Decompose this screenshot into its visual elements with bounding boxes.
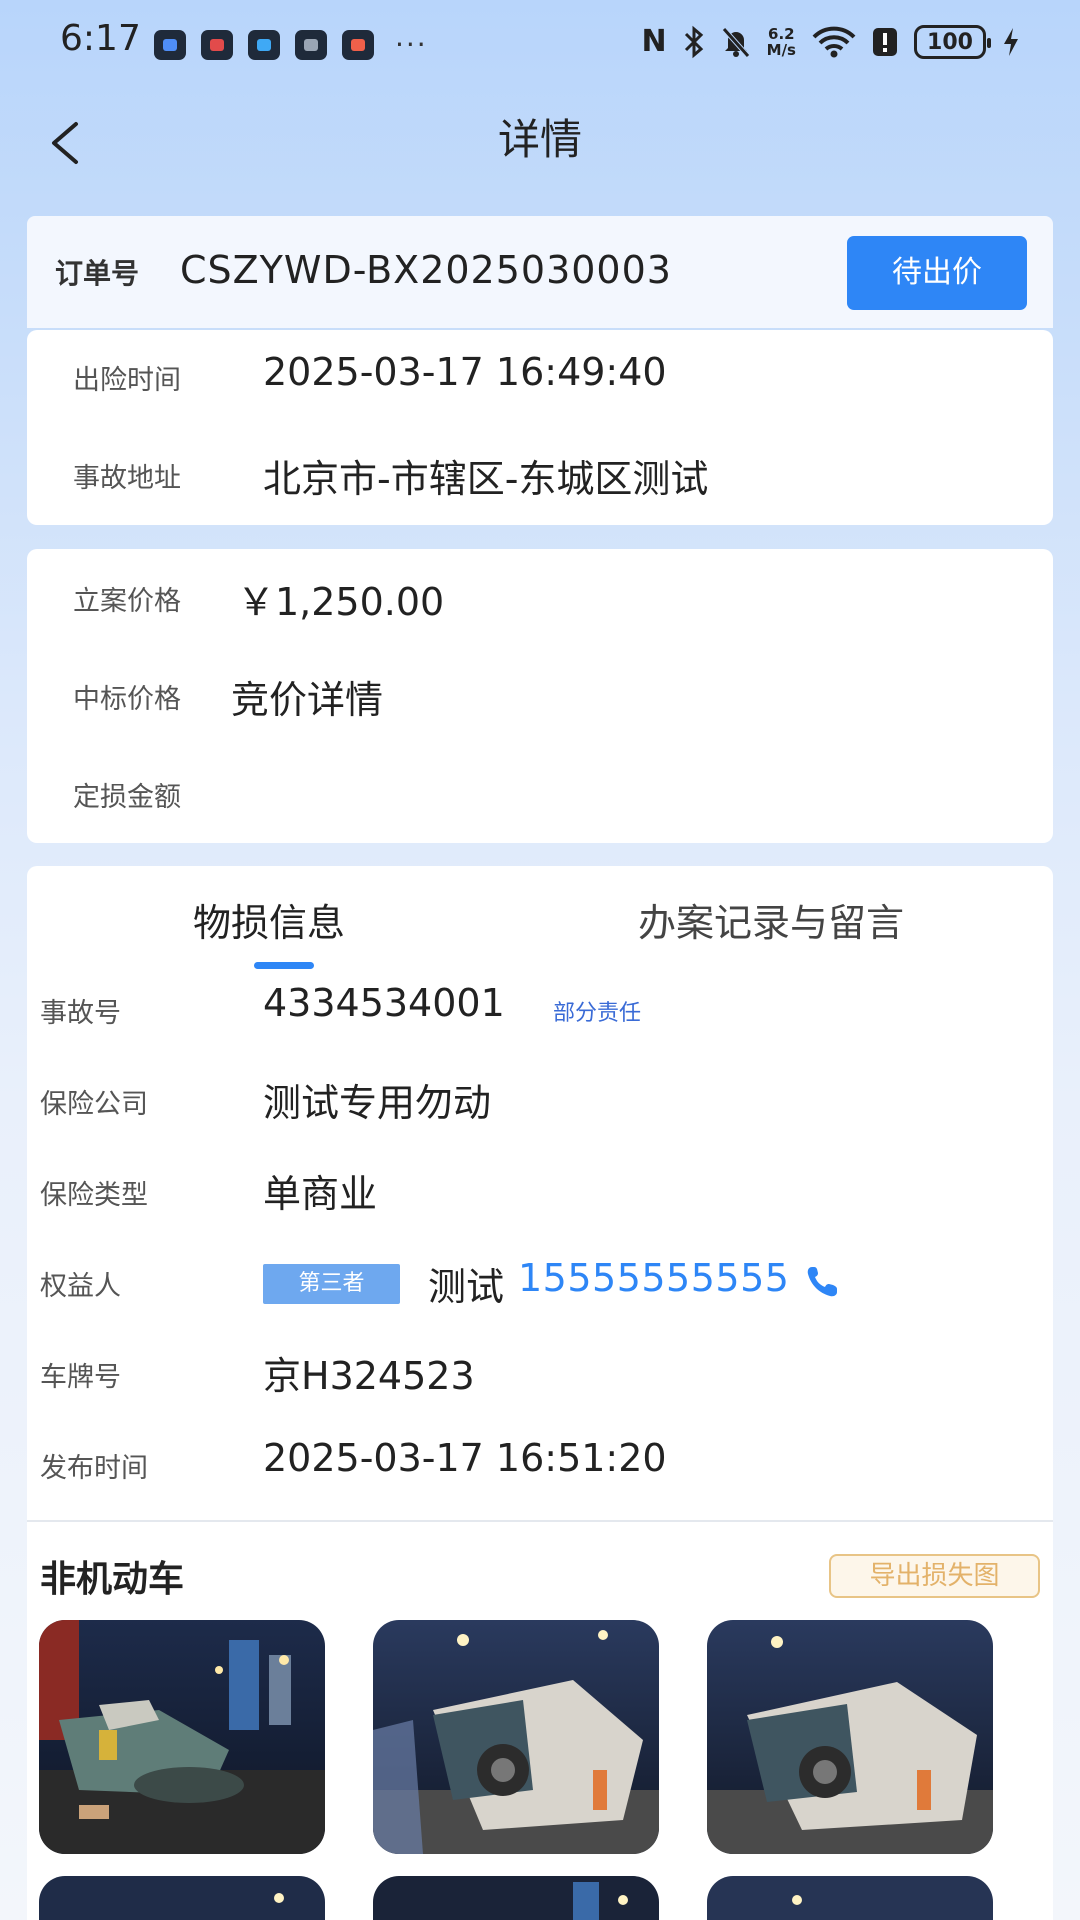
accident-photo-image <box>39 1876 325 1920</box>
publish-time-label: 发布时间 <box>40 1453 148 1484</box>
notification-app-icon <box>295 29 327 60</box>
phone-icon[interactable] <box>804 1264 840 1300</box>
section-divider <box>27 1520 1053 1522</box>
accident-photo[interactable] <box>707 1620 993 1854</box>
bid-details-link[interactable]: 竞价详情 <box>231 669 383 724</box>
insurance-type-value: 单商业 <box>263 1172 378 1216</box>
accident-address-label: 事故地址 <box>73 463 181 494</box>
mute-bell-icon <box>721 27 750 58</box>
accident-photo-image <box>373 1876 659 1920</box>
notification-app-icon <box>201 29 233 60</box>
active-tab-indicator <box>254 962 314 969</box>
charging-icon <box>1004 28 1018 56</box>
beneficiary-phone-link[interactable]: 15555555555 <box>518 1256 789 1300</box>
nav-header: 详情 <box>0 96 1080 182</box>
order-number: CSZYWD-BX2025030003 <box>180 248 672 292</box>
insurer-label: 保险公司 <box>40 1089 148 1120</box>
quote-status-button[interactable]: 待出价 <box>847 236 1027 310</box>
insurance-type-label: 保险类型 <box>40 1180 148 1211</box>
responsibility-tag: 部分责任 <box>553 1001 642 1026</box>
more-notifications-icon: ··· <box>395 28 428 61</box>
nfc-icon: N <box>641 24 667 59</box>
accident-photo-image <box>39 1620 325 1854</box>
bluetooth-icon <box>684 25 703 59</box>
plate-value: 京H324523 <box>263 1354 475 1398</box>
notification-app-icon <box>342 29 374 60</box>
case-price-label: 立案价格 <box>73 586 181 617</box>
incident-card: 出险时间 2025-03-17 16:49:40 事故地址 北京市-市辖区-东城… <box>27 330 1053 525</box>
battery-indicator: 100 <box>914 25 991 59</box>
third-party-badge: 第三者 <box>263 1264 400 1304</box>
tab-case-records[interactable]: 办案记录与留言 <box>638 892 904 947</box>
accident-photo-image <box>707 1876 993 1920</box>
alert-sim-icon <box>873 28 897 56</box>
incident-time-value: 2025-03-17 16:49:40 <box>263 350 667 394</box>
pricing-card: 立案价格 ￥1,250.00 中标价格 竞价详情 定损金额 <box>27 549 1053 843</box>
accident-photo-image <box>707 1620 993 1854</box>
incident-time-label: 出险时间 <box>73 365 181 396</box>
notification-app-icon <box>248 29 280 60</box>
accident-number-label: 事故号 <box>40 998 121 1029</box>
accident-photo[interactable] <box>373 1876 659 1920</box>
tab-property-damage[interactable]: 物损信息 <box>193 892 345 947</box>
status-indicators: N 6.2 M/s 100 <box>642 22 1020 62</box>
status-bar: 6:17 ··· N 6.2 M/s 100 <box>0 0 1080 86</box>
publish-time-value: 2025-03-17 16:51:20 <box>263 1436 667 1480</box>
case-price-value: ￥1,250.00 <box>237 580 445 624</box>
status-app-icons: ··· <box>154 28 428 61</box>
accident-photo[interactable] <box>39 1620 325 1854</box>
page-title: 详情 <box>497 115 582 164</box>
order-label: 订单号 <box>55 257 140 290</box>
network-speed: 6.2 M/s <box>766 25 796 59</box>
loss-amount-label: 定损金额 <box>73 782 181 813</box>
accident-photo-image <box>373 1620 659 1854</box>
order-bar: 订单号 CSZYWD-BX2025030003 待出价 <box>27 216 1053 328</box>
accident-photo[interactable] <box>39 1876 325 1920</box>
winning-price-label: 中标价格 <box>73 684 181 715</box>
status-time: 6:17 <box>60 18 141 59</box>
insurer-value: 测试专用勿动 <box>263 1081 492 1125</box>
beneficiary-name: 测试 <box>428 1265 505 1309</box>
beneficiary-label: 权益人 <box>40 1271 121 1302</box>
export-loss-image-button[interactable]: 导出损失图 <box>829 1554 1040 1598</box>
plate-label: 车牌号 <box>40 1362 121 1393</box>
accident-photo[interactable] <box>707 1876 993 1920</box>
accident-address-value: 北京市-市辖区-东城区测试 <box>263 457 709 501</box>
accident-photo[interactable] <box>373 1620 659 1854</box>
wifi-icon <box>812 26 856 58</box>
section-title: 非机动车 <box>40 1559 185 1600</box>
accident-number-value: 4334534001 <box>263 981 505 1025</box>
notification-app-icon <box>154 29 186 60</box>
